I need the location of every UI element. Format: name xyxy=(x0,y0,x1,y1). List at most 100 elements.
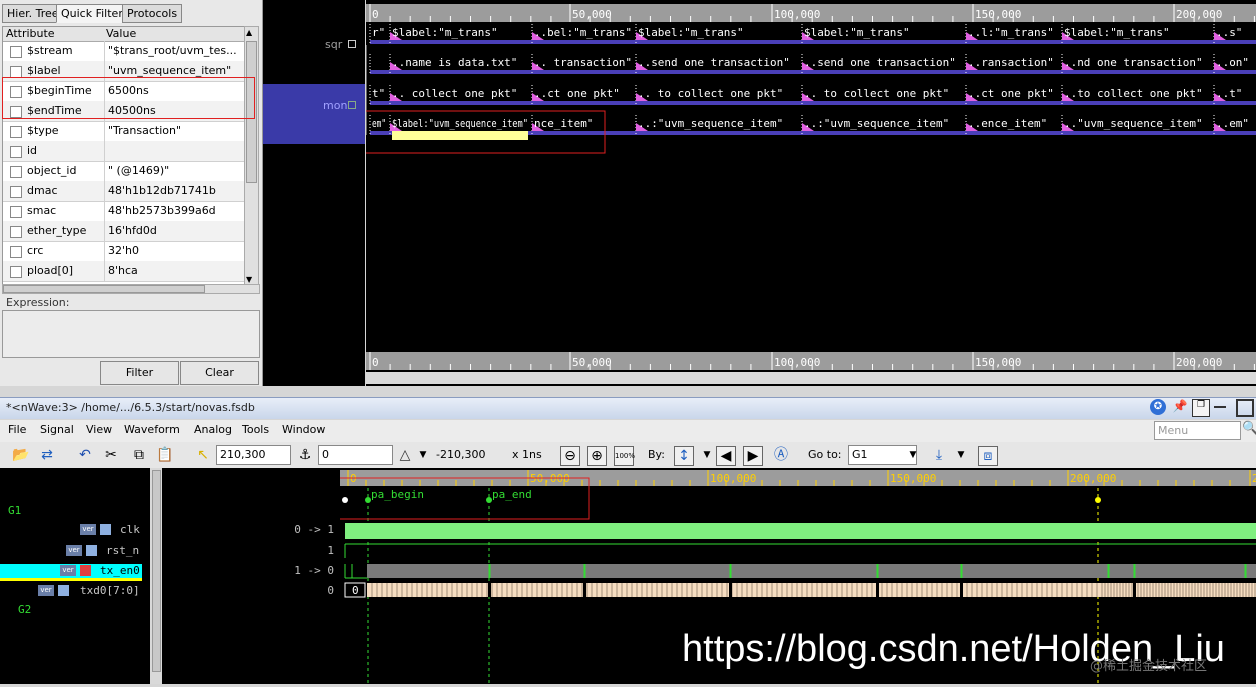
tab-quick-filter[interactable]: Quick Filter xyxy=(56,4,128,23)
transaction-label[interactable]: ..name is data.txt" xyxy=(392,56,517,69)
table-row[interactable]: smac 48'hb2573b399a6d xyxy=(3,201,245,222)
search-direction-icon[interactable]: ↕ xyxy=(674,446,694,466)
expand-icon[interactable] xyxy=(348,40,356,48)
paste-icon[interactable]: 📋 xyxy=(156,446,174,464)
transaction-label[interactable]: ..l:"m_trans" xyxy=(968,26,1054,39)
signal-clk[interactable]: clk xyxy=(120,523,140,536)
maximize-icon[interactable] xyxy=(1236,399,1254,417)
transaction-label[interactable]: nce_item" xyxy=(534,117,593,130)
transaction-label[interactable]: .. transaction" xyxy=(534,56,632,69)
copy-icon[interactable]: ⧉ xyxy=(130,446,148,464)
transaction-label[interactable]: ..t" xyxy=(1216,87,1242,100)
menu-search-input[interactable]: Menu xyxy=(1154,421,1241,440)
zoom-in-icon[interactable]: ⊕ xyxy=(587,446,607,466)
transaction-label[interactable]: .. to collect one pkt" xyxy=(638,87,783,100)
scroll-down-icon[interactable]: ▼ xyxy=(246,275,252,284)
row-checkbox[interactable] xyxy=(10,46,22,58)
clear-button[interactable]: Clear xyxy=(180,361,259,385)
signal-list-scrollbar[interactable] xyxy=(150,468,162,684)
wave-compare-icon[interactable]: ⧈ xyxy=(978,446,998,466)
signal-rst-n[interactable]: rst_n xyxy=(106,544,139,557)
row-checkbox[interactable] xyxy=(10,246,22,258)
minimize-icon[interactable] xyxy=(1214,403,1226,408)
transaction-label[interactable]: t" xyxy=(372,87,385,100)
search-forward-icon[interactable]: ▶ xyxy=(743,446,763,466)
transaction-label[interactable]: ..nd one transaction" xyxy=(1064,56,1203,69)
row-checkbox[interactable] xyxy=(10,266,22,278)
row-checkbox[interactable] xyxy=(10,226,22,238)
row-checkbox[interactable] xyxy=(10,126,22,138)
zoom-fit-icon[interactable]: 100% xyxy=(614,446,635,466)
tx-en0-waveform[interactable] xyxy=(367,564,1256,578)
menu-file[interactable]: File xyxy=(8,423,26,436)
scrollbar-thumb[interactable] xyxy=(3,285,205,293)
row-checkbox[interactable] xyxy=(10,146,22,158)
transaction-label[interactable]: ..s" xyxy=(1216,26,1242,39)
undock-icon[interactable]: ❐ xyxy=(1192,399,1210,417)
table-row[interactable]: $type "Transaction" xyxy=(3,121,245,142)
row-checkbox[interactable] xyxy=(10,186,22,198)
marker-time-input[interactable]: 0 xyxy=(318,445,393,465)
chevron-down-icon[interactable]: ▼ xyxy=(414,446,432,464)
table-horizontal-scrollbar[interactable] xyxy=(2,284,260,294)
transaction-label[interactable]: ..send one transaction" xyxy=(638,56,790,69)
menu-view[interactable]: View xyxy=(86,423,112,436)
transaction-label[interactable]: ..em" xyxy=(1216,117,1249,130)
table-row[interactable]: dmac 48'h1b12db71741b xyxy=(3,181,245,202)
table-row[interactable]: id xyxy=(3,141,245,162)
scrollbar-thumb[interactable] xyxy=(152,470,161,672)
undo-icon[interactable]: ↶ xyxy=(76,446,94,464)
search-icon[interactable]: 🔍 xyxy=(1242,421,1256,436)
table-row[interactable]: ether_type 16'hfd0d xyxy=(3,221,245,242)
transaction-label[interactable]: ..:"uvm_sequence_item" xyxy=(804,117,949,130)
transaction-label[interactable]: ..:"uvm_sequence_item" xyxy=(638,117,783,130)
stream-mon[interactable]: mon xyxy=(323,99,347,112)
pin-icon[interactable]: 📌 xyxy=(1172,399,1188,415)
transaction-label[interactable]: ..ransaction" xyxy=(968,56,1054,69)
menu-window[interactable]: Window xyxy=(282,423,325,436)
menu-waveform[interactable]: Waveform xyxy=(124,423,180,436)
stream-horizontal-scrollbar[interactable] xyxy=(366,372,1256,384)
marker-icon[interactable]: ⚓ xyxy=(296,446,314,464)
transaction-label[interactable]: ..ct one pkt" xyxy=(968,87,1054,100)
reload-icon[interactable]: ⇄ xyxy=(38,446,56,464)
analog-icon[interactable]: Ⓐ xyxy=(772,446,790,464)
tab-hier-tree[interactable]: Hier. Tree xyxy=(2,4,64,23)
transaction-label[interactable]: $label:"m_trans" xyxy=(392,26,498,39)
help-icon[interactable]: ✪ xyxy=(1150,399,1166,415)
group-g1[interactable]: G1 xyxy=(8,504,21,517)
pointer-icon[interactable]: ↖ xyxy=(194,446,212,464)
transaction-label[interactable]: .. to collect one pkt" xyxy=(804,87,949,100)
signal-tx-en0[interactable]: tx_en0 xyxy=(100,564,140,577)
row-checkbox[interactable] xyxy=(10,206,22,218)
transaction-label[interactable]: r" xyxy=(372,26,385,39)
chevron-down-icon[interactable]: ▼ xyxy=(952,446,970,464)
transaction-label[interactable]: ..ence_item" xyxy=(968,117,1047,130)
table-row[interactable]: pload[0] 8'hca xyxy=(3,261,245,282)
chevron-down-icon[interactable]: ▼ xyxy=(698,446,716,464)
expand-icon[interactable] xyxy=(348,101,356,109)
chevron-down-icon[interactable]: ▼ xyxy=(904,446,922,464)
search-backward-icon[interactable]: ◀ xyxy=(716,446,736,466)
transaction-label[interactable]: ..to collect one pkt" xyxy=(1064,87,1203,100)
scroll-up-icon[interactable]: ▲ xyxy=(246,28,252,37)
cut-icon[interactable]: ✂ xyxy=(102,446,120,464)
cursor-dot[interactable] xyxy=(1095,497,1101,503)
clk-waveform[interactable] xyxy=(345,523,1256,539)
transaction-label[interactable]: $label:"uvm_sequence_item" xyxy=(392,117,528,130)
transaction-label[interactable]: $label:"m_trans" xyxy=(1064,26,1170,39)
transaction-label[interactable]: em" xyxy=(372,117,386,130)
transaction-label[interactable]: ..bel:"m_trans" xyxy=(534,26,632,39)
menu-tools[interactable]: Tools xyxy=(242,423,269,436)
transaction-label[interactable]: .. collect one pkt" xyxy=(392,87,517,100)
filter-button[interactable]: Filter xyxy=(100,361,179,385)
table-vertical-scrollbar[interactable]: ▲ ▼ xyxy=(244,26,259,286)
menu-signal[interactable]: Signal xyxy=(40,423,74,436)
signal-txd0[interactable]: txd0[7:0] xyxy=(80,584,140,597)
save-icon[interactable]: ⤓ xyxy=(930,446,948,464)
table-row[interactable]: object_id " (@1469)" xyxy=(3,161,245,182)
table-row[interactable]: $stream "$trans_root/uvm_tes... xyxy=(3,41,245,62)
transaction-label[interactable]: .."uvm_sequence_item" xyxy=(1064,117,1203,130)
table-row[interactable]: crc 32'h0 xyxy=(3,241,245,262)
row-checkbox[interactable] xyxy=(10,166,22,178)
